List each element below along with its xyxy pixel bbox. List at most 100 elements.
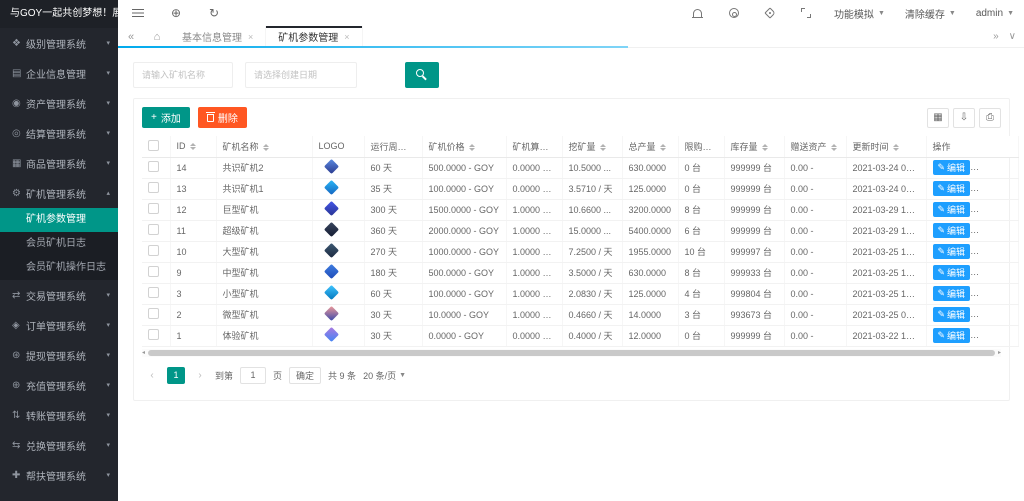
tab-基本信息管理[interactable]: 基本信息管理× [170, 26, 266, 47]
sort-icon[interactable] [190, 143, 196, 150]
export-button[interactable]: ⇩ [953, 108, 975, 128]
edit-button[interactable]: ✎编辑 [933, 307, 971, 322]
sidebar-item-asset-management[interactable]: ◉资产管理系统▾ [0, 88, 118, 118]
print-button[interactable]: ⎙ [979, 108, 1001, 128]
sort-icon[interactable] [411, 144, 417, 151]
horizontal-scrollbar[interactable]: ◂ ▸ [142, 349, 1001, 357]
edit-button[interactable]: ✎编辑 [933, 286, 971, 301]
sidebar-item-app-management[interactable]: ▥应用管理系统▾ [0, 490, 118, 501]
edit-button[interactable]: ✎编辑 [933, 244, 971, 259]
gift-button[interactable]: ✎赠送 [975, 244, 1013, 259]
sort-icon[interactable] [762, 144, 768, 151]
feature-simulate-dropdown[interactable]: 功能模拟▼ [834, 6, 885, 21]
row-checkbox[interactable] [148, 224, 159, 235]
prev-page-button[interactable]: ‹ [144, 370, 160, 381]
sort-icon[interactable] [716, 144, 722, 151]
home-tab[interactable]: ⌂ [144, 26, 170, 47]
sidebar-item-withdraw-management[interactable]: ⊛提现管理系统▾ [0, 340, 118, 370]
confirm-page-button[interactable]: 确定 [289, 367, 321, 384]
gift-button[interactable]: ✎赠送 [975, 265, 1013, 280]
sort-icon[interactable] [263, 144, 269, 151]
sidebar-item-company-info[interactable]: ▤企业信息管理▾ [0, 58, 118, 88]
sidebar-item-support-management[interactable]: ✚帮扶管理系统▾ [0, 460, 118, 490]
sidebar-item-transfer-management[interactable]: ⇅转账管理系统▾ [0, 400, 118, 430]
select-all-checkbox[interactable] [148, 140, 159, 151]
tabs-scroll-left-button[interactable]: « [118, 26, 144, 47]
gift-button[interactable]: ✎赠送 [975, 181, 1013, 196]
close-icon[interactable]: × [248, 32, 253, 42]
gift-button[interactable]: ✎赠送 [975, 307, 1013, 322]
collapse-menu-icon[interactable] [130, 5, 146, 21]
search-button[interactable] [405, 62, 439, 88]
current-page-button[interactable]: 1 [167, 367, 185, 384]
page-size-select[interactable]: 20 条/页 ▼ [363, 369, 406, 382]
sidebar-item-trade-management[interactable]: ⇄交易管理系统▾ [0, 280, 118, 310]
column-header-updated[interactable]: 更新时间 [846, 136, 926, 157]
sidebar-item-order-management[interactable]: ◈订单管理系统▾ [0, 310, 118, 340]
edit-button[interactable]: ✎编辑 [933, 265, 971, 280]
column-header-price[interactable]: 矿机价格 [422, 136, 506, 157]
row-checkbox[interactable] [148, 161, 159, 172]
edit-button[interactable]: ✎编辑 [933, 160, 971, 175]
row-checkbox[interactable] [148, 182, 159, 193]
tabs-more-button[interactable]: » [993, 31, 999, 42]
column-header-limit[interactable]: 限购量 [678, 136, 724, 157]
tabs-dropdown-button[interactable]: ∨ [1009, 31, 1016, 42]
close-icon[interactable]: × [344, 32, 349, 42]
column-header-name[interactable]: 矿机名称 [216, 136, 312, 157]
gift-button[interactable]: ✎赠送 [975, 286, 1013, 301]
sort-icon[interactable] [831, 144, 837, 151]
sidebar-item-level-management[interactable]: ❖级别管理系统▾ [0, 28, 118, 58]
sort-icon[interactable] [660, 144, 666, 151]
sidebar-item-goods-management[interactable]: ▦商品管理系统▾ [0, 148, 118, 178]
sidebar-item-settlement-management[interactable]: ◎结算管理系统▾ [0, 118, 118, 148]
add-button[interactable]: + 添加 [142, 107, 190, 128]
gift-button[interactable]: ✎赠送 [975, 328, 1013, 343]
column-header-id[interactable]: ID [170, 136, 216, 157]
column-header-total[interactable]: 总产量 [622, 136, 678, 157]
sidebar-subitem-member-miner-op-log[interactable]: 会员矿机操作日志 [0, 256, 118, 280]
scroll-right-arrow-icon[interactable]: ▸ [998, 349, 1001, 357]
sidebar-item-recharge-management[interactable]: ⊕充值管理系统▾ [0, 370, 118, 400]
admin-user-dropdown[interactable]: admin▼ [976, 6, 1014, 21]
row-checkbox[interactable] [148, 266, 159, 277]
row-checkbox[interactable] [148, 329, 159, 340]
sort-icon[interactable] [600, 144, 606, 151]
gift-button[interactable]: ✎赠送 [975, 202, 1013, 217]
fullscreen-button[interactable] [798, 5, 814, 21]
sort-icon[interactable] [553, 144, 559, 151]
delete-button[interactable]: 删除 [198, 107, 247, 128]
clear-cache-dropdown[interactable]: 清除缓存▼ [905, 6, 956, 21]
sort-icon[interactable] [469, 144, 475, 151]
column-header-mining[interactable]: 挖矿量 [562, 136, 622, 157]
refresh-icon[interactable]: ↻ [206, 5, 222, 21]
column-header-gift_asset[interactable]: 赠送资产 [784, 136, 846, 157]
miner-name-input[interactable] [133, 62, 233, 88]
sidebar-subitem-member-miner-log[interactable]: 会员矿机日志 [0, 232, 118, 256]
sidebar-item-exchange-management[interactable]: ⇆兑换管理系统▾ [0, 430, 118, 460]
sort-icon[interactable] [893, 144, 899, 151]
notifications-button[interactable] [690, 5, 706, 21]
theme-button[interactable] [726, 5, 742, 21]
create-date-input[interactable] [245, 62, 357, 88]
sidebar-item-miner-management[interactable]: ⚙矿机管理系统▴ [0, 178, 118, 208]
edit-button[interactable]: ✎编辑 [933, 328, 971, 343]
column-header-stock[interactable]: 库存量 [724, 136, 784, 157]
tab-矿机参数管理[interactable]: 矿机参数管理× [266, 26, 362, 47]
gift-button[interactable]: ✎赠送 [975, 223, 1013, 238]
next-page-button[interactable]: › [192, 370, 208, 381]
edit-button[interactable]: ✎编辑 [933, 223, 971, 238]
scrollbar-thumb[interactable] [148, 350, 995, 356]
tag-button[interactable] [762, 5, 778, 21]
row-checkbox[interactable] [148, 308, 159, 319]
edit-button[interactable]: ✎编辑 [933, 202, 971, 217]
filter-columns-button[interactable]: ▦ [927, 108, 949, 128]
scroll-left-arrow-icon[interactable]: ◂ [142, 349, 145, 357]
site-home-icon[interactable]: ⊕ [168, 5, 184, 21]
sidebar-subitem-miner-params[interactable]: 矿机参数管理 [0, 208, 118, 232]
row-checkbox[interactable] [148, 203, 159, 214]
column-header-power[interactable]: 矿机算力 [506, 136, 562, 157]
edit-button[interactable]: ✎编辑 [933, 181, 971, 196]
gift-button[interactable]: ✎赠送 [975, 160, 1013, 175]
page-number-input[interactable] [240, 367, 266, 384]
